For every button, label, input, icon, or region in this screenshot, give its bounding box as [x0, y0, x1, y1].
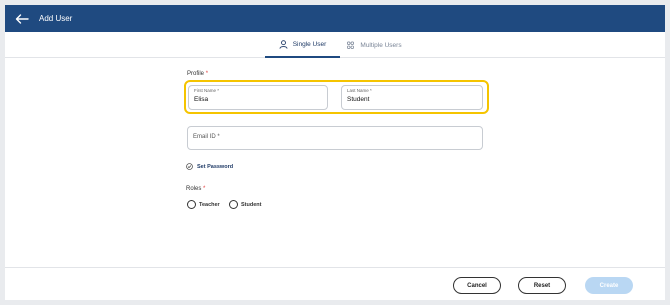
profile-section-label: Profile * — [187, 71, 208, 77]
create-button[interactable]: Create — [585, 277, 633, 294]
student-label: Student — [241, 201, 262, 208]
last-name-value: Student — [347, 96, 370, 103]
roles-label: Roles — [186, 186, 202, 192]
add-user-dialog: Add User Single User Multiple Users Prof… — [5, 5, 665, 300]
group-icon — [347, 41, 355, 49]
reset-button[interactable]: Reset — [518, 277, 566, 294]
set-password-toggle[interactable]: Set Password — [186, 163, 233, 170]
required-marker: * — [205, 71, 209, 77]
roles-section-label: Roles * — [186, 186, 205, 192]
back-button[interactable] — [15, 12, 29, 26]
student-radio[interactable] — [229, 200, 238, 209]
last-name-field[interactable]: Last Name * Student — [341, 85, 483, 110]
last-name-label: Last Name * — [347, 87, 372, 93]
first-name-label: First Name * — [194, 87, 220, 93]
first-name-field[interactable]: First Name * Elisa — [188, 85, 328, 110]
footer-bar: Cancel Reset Create — [5, 267, 665, 300]
cancel-button[interactable]: Cancel — [453, 277, 501, 294]
page-title: Add User — [39, 14, 73, 23]
role-option-student[interactable]: Student — [229, 200, 261, 209]
role-option-teacher[interactable]: Teacher — [187, 200, 220, 209]
teacher-label: Teacher — [199, 201, 220, 208]
header-bar: Add User — [5, 5, 665, 32]
check-circle-icon — [186, 163, 193, 170]
arrow-left-icon — [15, 13, 29, 24]
tab-single-user-label: Single User — [292, 40, 327, 48]
tab-single-user[interactable]: Single User — [265, 32, 340, 58]
tab-bar: Single User Multiple Users — [5, 32, 665, 58]
required-marker: * — [203, 186, 206, 192]
email-placeholder: Email ID * — [193, 134, 220, 140]
tab-multiple-users[interactable]: Multiple Users — [343, 32, 405, 58]
tab-multiple-users-label: Multiple Users — [360, 41, 402, 49]
profile-label: Profile — [187, 71, 205, 77]
person-icon — [279, 39, 288, 49]
teacher-radio[interactable] — [187, 200, 196, 209]
set-password-label: Set Password — [197, 163, 234, 170]
first-name-value: Elisa — [194, 96, 209, 103]
email-field[interactable]: Email ID * — [187, 126, 483, 150]
